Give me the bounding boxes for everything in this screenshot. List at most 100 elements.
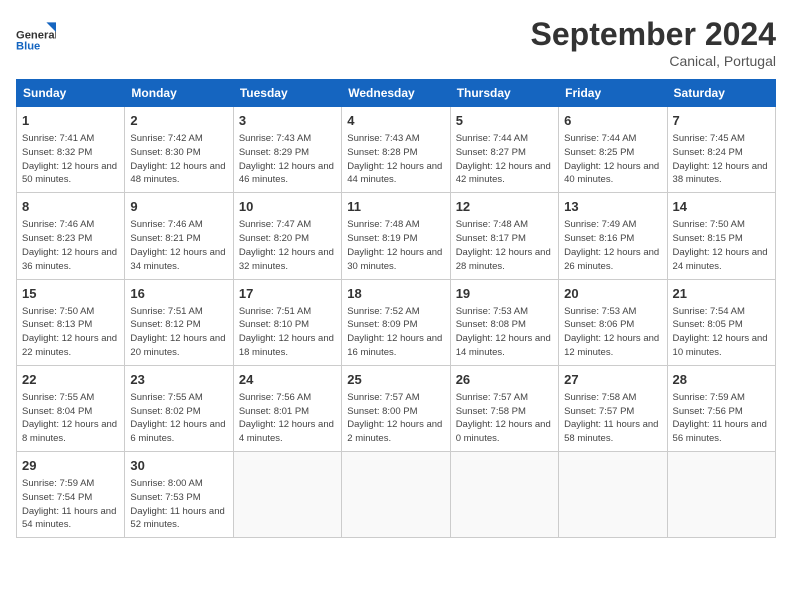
day-info: Sunrise: 7:53 AMSunset: 8:06 PMDaylight:… [564,305,661,360]
day-info: Sunrise: 7:50 AMSunset: 8:15 PMDaylight:… [673,218,770,273]
day-number: 13 [564,198,661,216]
calendar-cell: 2Sunrise: 7:42 AMSunset: 8:30 PMDaylight… [125,107,233,193]
day-number: 23 [130,371,227,389]
calendar-cell: 25Sunrise: 7:57 AMSunset: 8:00 PMDayligh… [342,365,450,451]
day-number: 30 [130,457,227,475]
calendar-cell [559,452,667,538]
calendar-cell: 17 Sunrise: 7:51 AMSunset: 8:10 PMDayligh… [233,279,341,365]
calendar-week-2: 8 Sunrise: 7:46 AMSunset: 8:23 PMDaylight… [17,193,776,279]
column-header-monday: Monday [125,80,233,107]
day-number: 9 [130,198,227,216]
svg-text:Blue: Blue [16,41,40,53]
calendar-cell: 22 Sunrise: 7:55 AMSunset: 8:04 PMDayligh… [17,365,125,451]
calendar-cell: 15Sunrise: 7:50 AMSunset: 8:13 PMDayligh… [17,279,125,365]
day-number: 22 [22,371,119,389]
calendar-cell: 7 Sunrise: 7:45 AMSunset: 8:24 PMDaylight… [667,107,775,193]
calendar-cell: 3Sunrise: 7:43 AMSunset: 8:29 PMDaylight… [233,107,341,193]
column-header-sunday: Sunday [17,80,125,107]
calendar-week-1: 1Sunrise: 7:41 AMSunset: 8:32 PMDaylight… [17,107,776,193]
page-header: General Blue September 2024 Canical, Por… [16,16,776,69]
day-number: 16 [130,285,227,303]
day-info: Sunrise: 7:47 AMSunset: 8:20 PMDaylight:… [239,218,336,273]
day-info: Sunrise: 7:44 AMSunset: 8:27 PMDaylight:… [456,132,553,187]
calendar-cell: 5 Sunrise: 7:44 AMSunset: 8:27 PMDaylight… [450,107,558,193]
day-info: Sunrise: 7:57 AMSunset: 8:00 PMDaylight:… [347,391,444,446]
day-number: 7 [673,112,770,130]
day-info: Sunrise: 7:48 AMSunset: 8:17 PMDaylight:… [456,218,553,273]
day-info: Sunrise: 7:55 AMSunset: 8:04 PMDaylight:… [22,391,119,446]
day-number: 18 [347,285,444,303]
calendar-cell: 18 Sunrise: 7:52 AMSunset: 8:09 PMDayligh… [342,279,450,365]
calendar-week-5: 29Sunrise: 7:59 AMSunset: 7:54 PMDayligh… [17,452,776,538]
calendar-cell: 24 Sunrise: 7:56 AMSunset: 8:01 PMDayligh… [233,365,341,451]
location-subtitle: Canical, Portugal [531,53,776,69]
day-info: Sunrise: 7:43 AMSunset: 8:29 PMDaylight:… [239,132,336,187]
calendar-week-4: 22 Sunrise: 7:55 AMSunset: 8:04 PMDayligh… [17,365,776,451]
day-info: Sunrise: 7:45 AMSunset: 8:24 PMDaylight:… [673,132,770,187]
calendar-table: SundayMondayTuesdayWednesdayThursdayFrid… [16,79,776,538]
day-info: Sunrise: 7:56 AMSunset: 8:01 PMDaylight:… [239,391,336,446]
day-number: 17 [239,285,336,303]
day-number: 24 [239,371,336,389]
day-info: Sunrise: 7:48 AMSunset: 8:19 PMDaylight:… [347,218,444,273]
calendar-cell: 9 Sunrise: 7:46 AMSunset: 8:21 PMDaylight… [125,193,233,279]
calendar-cell: 23Sunrise: 7:55 AMSunset: 8:02 PMDayligh… [125,365,233,451]
column-header-thursday: Thursday [450,80,558,107]
day-number: 5 [456,112,553,130]
column-header-tuesday: Tuesday [233,80,341,107]
day-info: Sunrise: 7:59 AMSunset: 7:54 PMDaylight:… [22,477,119,532]
svg-text:General: General [16,29,56,41]
calendar-cell: 30 Sunrise: 8:00 AMSunset: 7:53 PMDayligh… [125,452,233,538]
calendar-cell: 13 Sunrise: 7:49 AMSunset: 8:16 PMDayligh… [559,193,667,279]
calendar-cell: 8 Sunrise: 7:46 AMSunset: 8:23 PMDaylight… [17,193,125,279]
day-info: Sunrise: 7:44 AMSunset: 8:25 PMDaylight:… [564,132,661,187]
day-number: 10 [239,198,336,216]
calendar-cell: 11Sunrise: 7:48 AMSunset: 8:19 PMDayligh… [342,193,450,279]
calendar-cell: 10 Sunrise: 7:47 AMSunset: 8:20 PMDayligh… [233,193,341,279]
calendar-header-row: SundayMondayTuesdayWednesdayThursdayFrid… [17,80,776,107]
calendar-cell: 27Sunrise: 7:58 AMSunset: 7:57 PMDayligh… [559,365,667,451]
day-info: Sunrise: 7:42 AMSunset: 8:30 PMDaylight:… [130,132,227,187]
month-title: September 2024 [531,16,776,53]
title-block: September 2024 Canical, Portugal [531,16,776,69]
day-info: Sunrise: 7:51 AMSunset: 8:10 PMDaylight:… [239,305,336,360]
day-number: 21 [673,285,770,303]
logo-icon: General Blue [16,16,56,56]
day-info: Sunrise: 7:49 AMSunset: 8:16 PMDaylight:… [564,218,661,273]
calendar-week-3: 15Sunrise: 7:50 AMSunset: 8:13 PMDayligh… [17,279,776,365]
calendar-cell: 16Sunrise: 7:51 AMSunset: 8:12 PMDayligh… [125,279,233,365]
column-header-friday: Friday [559,80,667,107]
calendar-cell: 21Sunrise: 7:54 AMSunset: 8:05 PMDayligh… [667,279,775,365]
day-number: 4 [347,112,444,130]
calendar-cell: 12 Sunrise: 7:48 AMSunset: 8:17 PMDayligh… [450,193,558,279]
calendar-cell: 29Sunrise: 7:59 AMSunset: 7:54 PMDayligh… [17,452,125,538]
day-number: 19 [456,285,553,303]
calendar-cell: 26Sunrise: 7:57 AMSunset: 7:58 PMDayligh… [450,365,558,451]
column-header-saturday: Saturday [667,80,775,107]
day-info: Sunrise: 7:50 AMSunset: 8:13 PMDaylight:… [22,305,119,360]
day-info: Sunrise: 7:46 AMSunset: 8:21 PMDaylight:… [130,218,227,273]
day-info: Sunrise: 7:59 AMSunset: 7:56 PMDaylight:… [673,391,770,446]
day-info: Sunrise: 7:53 AMSunset: 8:08 PMDaylight:… [456,305,553,360]
column-header-wednesday: Wednesday [342,80,450,107]
day-number: 27 [564,371,661,389]
day-info: Sunrise: 8:00 AMSunset: 7:53 PMDaylight:… [130,477,227,532]
day-number: 20 [564,285,661,303]
calendar-cell: 28Sunrise: 7:59 AMSunset: 7:56 PMDayligh… [667,365,775,451]
calendar-cell [233,452,341,538]
day-info: Sunrise: 7:57 AMSunset: 7:58 PMDaylight:… [456,391,553,446]
calendar-cell: 4 Sunrise: 7:43 AMSunset: 8:28 PMDaylight… [342,107,450,193]
day-number: 12 [456,198,553,216]
calendar-cell: 19 Sunrise: 7:53 AMSunset: 8:08 PMDayligh… [450,279,558,365]
calendar-cell [667,452,775,538]
day-info: Sunrise: 7:43 AMSunset: 8:28 PMDaylight:… [347,132,444,187]
calendar-cell: 6 Sunrise: 7:44 AMSunset: 8:25 PMDaylight… [559,107,667,193]
day-number: 1 [22,112,119,130]
logo: General Blue [16,16,60,56]
day-info: Sunrise: 7:52 AMSunset: 8:09 PMDaylight:… [347,305,444,360]
day-number: 8 [22,198,119,216]
calendar-cell [342,452,450,538]
day-number: 6 [564,112,661,130]
calendar-cell: 14Sunrise: 7:50 AMSunset: 8:15 PMDayligh… [667,193,775,279]
day-info: Sunrise: 7:46 AMSunset: 8:23 PMDaylight:… [22,218,119,273]
